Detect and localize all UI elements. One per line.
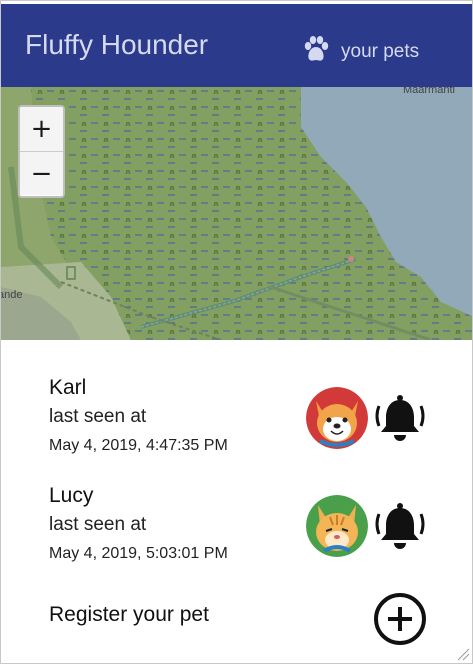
alarm-bell-icon[interactable]: [373, 500, 427, 554]
zoom-in-button[interactable]: +: [20, 107, 63, 151]
zoom-out-button[interactable]: −: [20, 151, 63, 195]
map-place-label: Maarmanti: [403, 87, 455, 96]
cat-avatar: [306, 495, 368, 557]
register-pet-link[interactable]: Register your pet: [49, 603, 209, 627]
alarm-bell-icon[interactable]: [373, 392, 427, 446]
pet-last-seen-label: last seen at: [49, 406, 147, 427]
pet-item[interactable]: Lucy last seen at May 4, 2019, 5:03:01 P…: [1, 484, 472, 584]
pet-item[interactable]: Karl last seen at May 4, 2019, 4:47:35 P…: [1, 376, 472, 476]
dog-avatar: [306, 387, 368, 449]
paw-icon: [301, 34, 331, 69]
zoom-control: + −: [18, 105, 65, 198]
pet-list: Karl last seen at May 4, 2019, 4:47:35 P…: [1, 340, 472, 663]
pet-last-seen-label: last seen at: [49, 514, 147, 535]
your-pets-label: your pets: [341, 40, 420, 62]
app-header: Fluffy Hounder your pets: [1, 4, 472, 87]
app-window: Fluffy Hounder your pets Maarmanti nde +…: [0, 0, 473, 664]
pet-name: Lucy: [49, 484, 94, 507]
pet-name: Karl: [49, 376, 87, 399]
pet-last-seen-time: May 4, 2019, 5:03:01 PM: [49, 545, 228, 562]
map-edge-label: ande: [1, 289, 23, 301]
plus-circle-icon[interactable]: [373, 592, 427, 646]
app-title: Fluffy Hounder: [25, 29, 209, 60]
resize-handle-icon[interactable]: [456, 647, 470, 661]
your-pets-link[interactable]: your pets: [301, 34, 419, 69]
map-tiles: [1, 87, 472, 340]
pet-last-seen-time: May 4, 2019, 4:47:35 PM: [49, 437, 228, 454]
map-view[interactable]: Maarmanti ande + −: [1, 87, 472, 340]
